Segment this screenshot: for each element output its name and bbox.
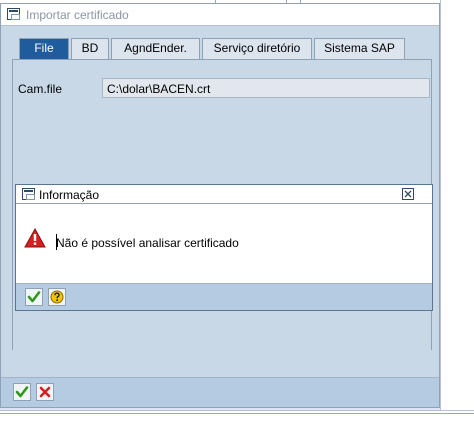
popup-button-bar	[16, 283, 432, 310]
popup-close-button[interactable]	[402, 188, 414, 200]
tab-file[interactable]: File	[19, 38, 69, 60]
dialog-button-bar	[1, 377, 439, 407]
error-triangle-icon	[24, 228, 46, 248]
tab-bd[interactable]: BD	[71, 38, 109, 59]
cancel-x-icon	[39, 386, 51, 398]
background-divider	[0, 413, 474, 414]
cam-file-field[interactable]: C:\dolar\BACEN.crt	[102, 78, 430, 98]
confirm-button[interactable]	[13, 383, 31, 401]
dialog-titlebar[interactable]: Importar certificado	[1, 4, 439, 26]
error-message: Não é possível analisar certificado	[56, 236, 239, 250]
background-window-area	[440, 0, 474, 421]
window-icon	[22, 188, 35, 200]
check-icon	[15, 386, 29, 398]
tab-servico-diretorio[interactable]: Serviço diretório	[202, 38, 312, 59]
check-icon	[27, 291, 41, 303]
help-icon	[50, 290, 64, 304]
information-popup: Informação Não é possível analisar certi…	[15, 184, 433, 311]
cancel-button[interactable]	[36, 383, 54, 401]
tab-agndender[interactable]: AgndEnder.	[111, 38, 200, 59]
popup-confirm-button[interactable]	[25, 288, 43, 306]
popup-help-button[interactable]	[48, 288, 66, 306]
popup-message-area: Não é possível analisar certificado	[16, 205, 432, 283]
popup-titlebar[interactable]: Informação	[16, 185, 432, 204]
window-icon	[7, 8, 20, 20]
tab-sistema-sap[interactable]: Sistema SAP	[314, 38, 405, 59]
popup-title: Informação	[39, 188, 100, 202]
cam-file-label: Cam.file	[18, 82, 63, 96]
background-window-bottom	[0, 410, 474, 421]
dialog-title: Importar certificado	[26, 8, 129, 22]
close-icon	[404, 190, 412, 198]
